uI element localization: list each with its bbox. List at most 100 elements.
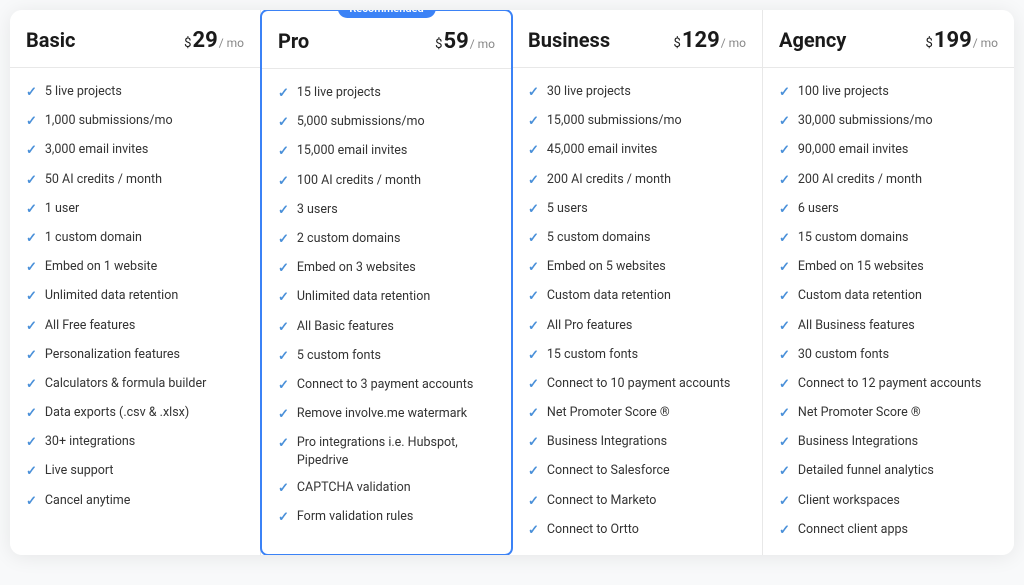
feature-text: Live support [45, 462, 244, 480]
feature-text: All Pro features [547, 317, 746, 335]
feature-item: ✓ Data exports (.csv & .xlsx) [10, 399, 260, 428]
feature-text: 15,000 submissions/mo [547, 112, 746, 130]
feature-text: Data exports (.csv & .xlsx) [45, 404, 244, 422]
feature-item: ✓ 200 AI credits / month [763, 166, 1014, 195]
price-symbol: $ [926, 36, 933, 51]
check-icon: ✓ [278, 435, 289, 453]
feature-text: Calculators & formula builder [45, 375, 244, 393]
check-icon: ✓ [26, 288, 37, 306]
feature-item: ✓ Connect to Ortto [512, 516, 762, 545]
feature-text: Custom data retention [798, 287, 998, 305]
check-icon: ✓ [278, 509, 289, 527]
check-icon: ✓ [528, 376, 539, 394]
feature-text: 15 custom fonts [547, 346, 746, 364]
feature-text: 3 users [297, 201, 495, 219]
feature-item: ✓ Embed on 15 websites [763, 253, 1014, 282]
feature-item: ✓ CAPTCHA validation [262, 474, 511, 503]
feature-item: ✓ Business Integrations [512, 428, 762, 457]
feature-text: Embed on 15 websites [798, 258, 998, 276]
feature-item: ✓ 30,000 submissions/mo [763, 107, 1014, 136]
check-icon: ✓ [779, 113, 790, 131]
feature-item: ✓ 100 live projects [763, 78, 1014, 107]
plan-header: Business $ 129 / mo [512, 10, 762, 68]
feature-item: ✓ 15,000 submissions/mo [512, 107, 762, 136]
feature-item: ✓ 15 live projects [262, 79, 511, 108]
feature-item: ✓ All Free features [10, 312, 260, 341]
feature-text: 5 custom domains [547, 229, 746, 247]
feature-item: ✓ Embed on 3 websites [262, 254, 511, 283]
price-symbol: $ [184, 36, 191, 51]
feature-text: Detailed funnel analytics [798, 462, 998, 480]
feature-text: Connect to 10 payment accounts [547, 375, 746, 393]
feature-text: 30 custom fonts [798, 346, 998, 364]
feature-text: Pro integrations i.e. Hubspot, Pipedrive [297, 434, 495, 469]
check-icon: ✓ [528, 405, 539, 423]
feature-item: ✓ 50 AI credits / month [10, 166, 260, 195]
feature-item: ✓ 45,000 email invites [512, 136, 762, 165]
check-icon: ✓ [26, 113, 37, 131]
check-icon: ✓ [779, 522, 790, 540]
feature-text: Embed on 1 website [45, 258, 244, 276]
feature-item: ✓ 5,000 submissions/mo [262, 108, 511, 137]
feature-item: ✓ 15 custom fonts [512, 341, 762, 370]
check-icon: ✓ [779, 142, 790, 160]
plan-header: Basic $ 29 / mo [10, 10, 260, 68]
plan-name: Agency [779, 28, 846, 52]
recommended-badge: Recommended [337, 10, 435, 18]
plan-features: ✓ 5 live projects ✓ 1,000 submissions/mo… [10, 68, 260, 526]
check-icon: ✓ [278, 406, 289, 424]
feature-item: ✓ Connect to 3 payment accounts [262, 371, 511, 400]
check-icon: ✓ [278, 173, 289, 191]
check-icon: ✓ [779, 376, 790, 394]
feature-item: ✓ 15 custom domains [763, 224, 1014, 253]
feature-item: ✓ 100 AI credits / month [262, 167, 511, 196]
plan-features: ✓ 15 live projects ✓ 5,000 submissions/m… [262, 69, 511, 543]
check-icon: ✓ [528, 318, 539, 336]
feature-text: Connect to 12 payment accounts [798, 375, 998, 393]
check-icon: ✓ [26, 493, 37, 511]
feature-text: Unlimited data retention [297, 288, 495, 306]
check-icon: ✓ [528, 259, 539, 277]
price-symbol: $ [435, 37, 442, 52]
check-icon: ✓ [528, 493, 539, 511]
feature-item: ✓ Client workspaces [763, 487, 1014, 516]
check-icon: ✓ [26, 463, 37, 481]
feature-item: ✓ Pro integrations i.e. Hubspot, Pipedri… [262, 429, 511, 474]
check-icon: ✓ [26, 230, 37, 248]
feature-item: ✓ 90,000 email invites [763, 136, 1014, 165]
plan-price: $ 29 / mo [184, 28, 244, 53]
check-icon: ✓ [278, 348, 289, 366]
feature-item: ✓ All Pro features [512, 312, 762, 341]
check-icon: ✓ [278, 231, 289, 249]
plan-name: Pro [278, 29, 309, 53]
feature-text: Connect to Salesforce [547, 462, 746, 480]
check-icon: ✓ [528, 84, 539, 102]
feature-text: 100 live projects [798, 83, 998, 101]
feature-item: ✓ All Basic features [262, 313, 511, 342]
plan-col-business: Business $ 129 / mo ✓ 30 live projects ✓… [512, 10, 763, 555]
check-icon: ✓ [278, 289, 289, 307]
check-icon: ✓ [779, 259, 790, 277]
check-icon: ✓ [779, 201, 790, 219]
check-icon: ✓ [528, 142, 539, 160]
check-icon: ✓ [278, 202, 289, 220]
plan-header: Pro $ 59 / mo [262, 11, 511, 69]
check-icon: ✓ [26, 142, 37, 160]
feature-item: ✓ 30 live projects [512, 78, 762, 107]
feature-item: ✓ Unlimited data retention [10, 282, 260, 311]
plan-price: $ 129 / mo [674, 28, 746, 53]
feature-item: ✓ All Business features [763, 312, 1014, 341]
feature-item: ✓ 2 custom domains [262, 225, 511, 254]
feature-item: ✓ 6 users [763, 195, 1014, 224]
check-icon: ✓ [528, 288, 539, 306]
price-mo: / mo [470, 37, 495, 51]
feature-text: 5 users [547, 200, 746, 218]
feature-text: 1 custom domain [45, 229, 244, 247]
feature-item: ✓ 1,000 submissions/mo [10, 107, 260, 136]
feature-text: 200 AI credits / month [798, 171, 998, 189]
feature-item: ✓ 5 custom fonts [262, 342, 511, 371]
feature-text: CAPTCHA validation [297, 479, 495, 497]
price-symbol: $ [674, 36, 681, 51]
feature-text: All Free features [45, 317, 244, 335]
feature-text: 2 custom domains [297, 230, 495, 248]
